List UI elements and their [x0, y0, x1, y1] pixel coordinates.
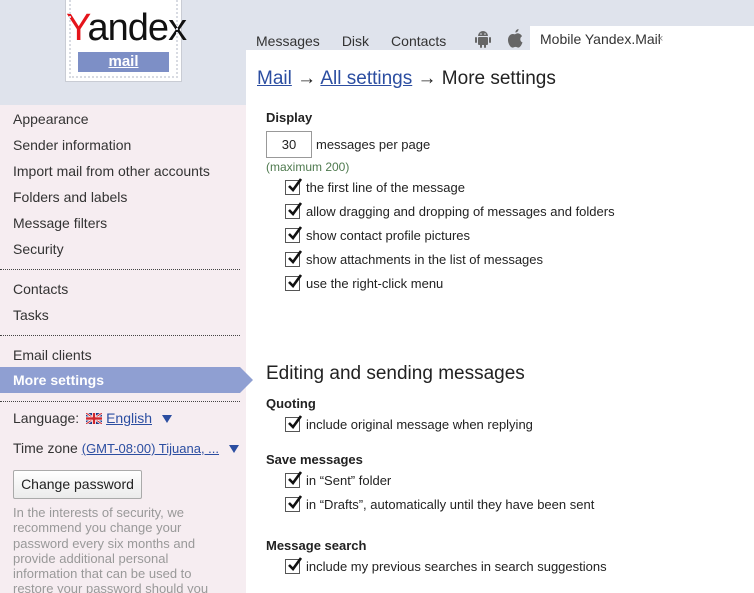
chevron-down-icon[interactable] — [161, 415, 172, 424]
language-select[interactable]: English — [106, 410, 152, 426]
messages-per-page-input[interactable]: 30 — [266, 131, 312, 158]
mobile-tab-label[interactable]: Mobile Yandex.Mail — [540, 31, 661, 47]
page-title: More settings — [441, 68, 556, 89]
language-setting: Language: English — [13, 410, 172, 426]
settings-sidebar: Appearance Sender information Import mai… — [0, 105, 253, 593]
sidebar-item-appearance[interactable]: Appearance — [13, 111, 89, 127]
checkbox[interactable] — [285, 250, 303, 267]
nav-disk[interactable]: Disk — [342, 33, 369, 49]
android-icon[interactable] — [474, 29, 492, 52]
sidebar-item-more-settings[interactable]: More settings — [0, 367, 253, 393]
checkbox-label: in “Drafts”, automatically until they ha… — [306, 497, 595, 512]
nav-messages[interactable]: Messages — [256, 33, 320, 49]
sidebar-item-sender-information[interactable]: Sender information — [13, 137, 131, 153]
checkbox-label: the first line of the message — [306, 180, 465, 195]
sidebar-item-tasks[interactable]: Tasks — [13, 307, 49, 323]
checkbox[interactable] — [285, 274, 303, 291]
timezone-label: Time zone — [13, 440, 78, 456]
timezone-select[interactable]: (GMT-08:00) Tijuana, ... — [82, 441, 219, 456]
breadcrumb-mail-link[interactable]: Mail — [257, 68, 292, 89]
security-recommendation-text: In the interests of security, we recomme… — [13, 505, 209, 593]
breadcrumb-all-settings-link[interactable]: All settings — [320, 68, 412, 89]
checkbox[interactable] — [285, 178, 303, 195]
display-heading: Display — [266, 110, 313, 125]
yandex-mail-logo[interactable]: Yandex mail — [65, 0, 187, 82]
sidebar-item-import-mail[interactable]: Import mail from other accounts — [13, 163, 210, 179]
checkbox-label: show attachments in the list of messages — [306, 252, 544, 267]
quoting-heading: Quoting — [266, 396, 316, 411]
editing-sending-heading: Editing and sending messages — [266, 363, 525, 384]
uk-flag-icon — [86, 413, 103, 424]
sidebar-divider — [0, 335, 240, 336]
checkbox-label: include my previous searches in search s… — [306, 559, 607, 574]
logo-wordmark: Yandex — [66, 7, 187, 49]
chevron-down-icon[interactable] — [228, 445, 239, 454]
messages-per-page-label: messages per page — [316, 137, 431, 152]
sidebar-item-contacts[interactable]: Contacts — [13, 281, 68, 297]
save-messages-heading: Save messages — [266, 452, 363, 467]
checkbox[interactable] — [285, 471, 303, 488]
sidebar-divider — [0, 401, 240, 402]
mobile-yandex-mail-tab[interactable]: Mobile Yandex.Mail × — [530, 26, 754, 50]
nav-contacts[interactable]: Contacts — [391, 33, 446, 49]
apple-icon[interactable] — [506, 28, 525, 52]
checkbox-label: in “Sent” folder — [306, 473, 392, 488]
sidebar-item-email-clients[interactable]: Email clients — [13, 347, 92, 363]
checkbox-label: use the right-click menu — [306, 276, 444, 291]
checkbox-label: allow dragging and dropping of messages … — [306, 204, 615, 219]
breadcrumb-arrow: → — [417, 68, 437, 89]
sidebar-item-security[interactable]: Security — [13, 241, 64, 257]
logo-mail-label[interactable]: mail — [78, 52, 169, 72]
language-label: Language: — [13, 410, 80, 426]
checkbox[interactable] — [285, 202, 303, 219]
sidebar-divider — [0, 269, 240, 270]
breadcrumb: Mail → All settings → More settings — [257, 68, 556, 90]
change-password-button[interactable]: Change password — [13, 470, 142, 499]
maximum-hint: (maximum 200) — [266, 160, 350, 174]
top-navigation: Messages Disk Contacts — [256, 32, 538, 50]
sidebar-item-folders-labels[interactable]: Folders and labels — [13, 189, 127, 205]
close-icon[interactable]: × — [657, 33, 663, 45]
checkbox-label: include original message when replying — [306, 417, 533, 432]
sidebar-item-label: More settings — [13, 372, 105, 388]
checkbox-label: show contact profile pictures — [306, 228, 471, 243]
checkbox[interactable] — [285, 415, 303, 432]
breadcrumb-arrow: → — [297, 68, 317, 89]
checkbox[interactable] — [285, 557, 303, 574]
checkbox[interactable] — [285, 495, 303, 512]
timezone-setting: Time zone (GMT-08:00) Tijuana, ... — [13, 440, 239, 456]
sidebar-item-message-filters[interactable]: Message filters — [13, 215, 107, 231]
message-search-heading: Message search — [266, 538, 367, 553]
checkbox[interactable] — [285, 226, 303, 243]
